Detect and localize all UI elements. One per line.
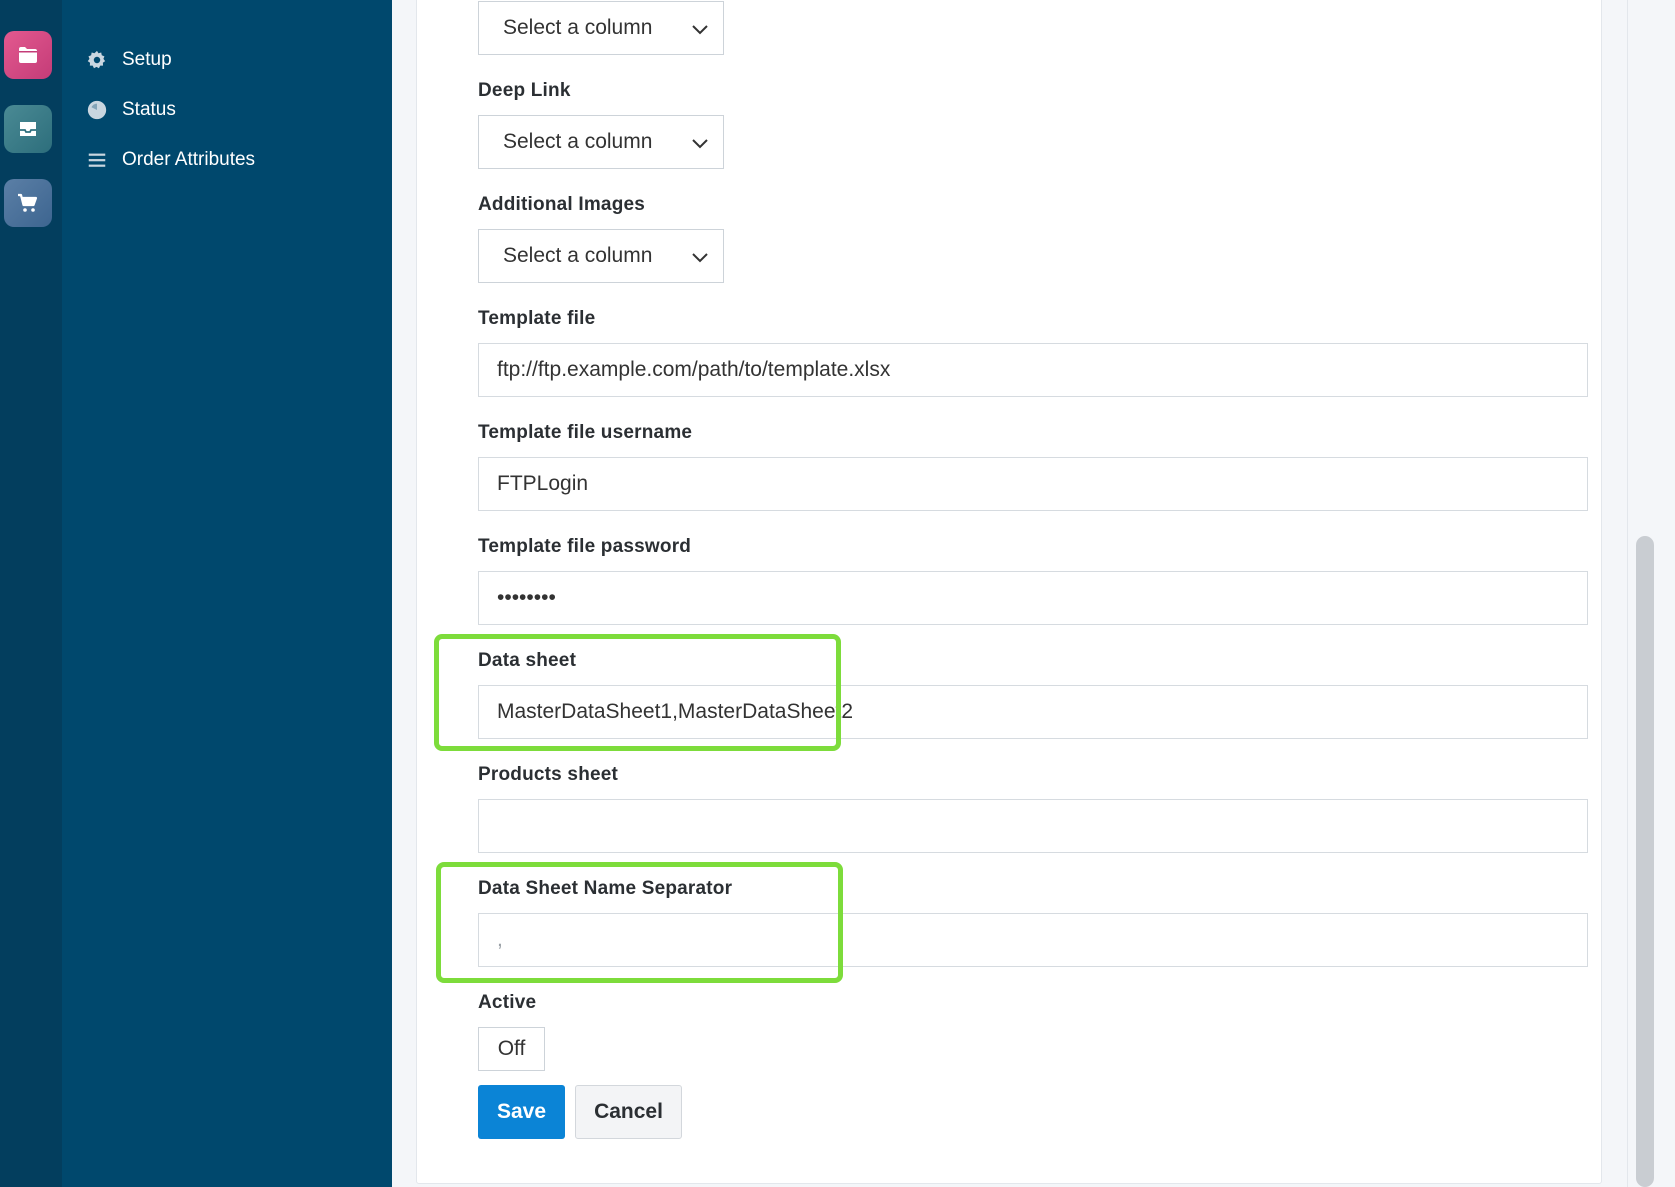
folder-icon: [19, 47, 37, 63]
products-sheet-label: Products sheet: [478, 764, 619, 785]
scroll-track: [1627, 0, 1628, 1187]
deep-link-select[interactable]: Select a column: [478, 115, 724, 169]
rail-inbox-button[interactable]: [4, 105, 52, 153]
template-file-input[interactable]: ftp://ftp.example.com/path/to/template.x…: [478, 343, 1588, 397]
form-card: Select a column Deep Link Select a colum…: [416, 0, 1602, 1184]
template-username-label: Template file username: [478, 422, 693, 443]
gear-icon: [86, 49, 108, 71]
sidebar-nav: Setup Status Order Attributes: [62, 0, 392, 1187]
sidebar-item-setup[interactable]: Setup: [86, 40, 172, 80]
sidebar-item-label: Setup: [122, 49, 172, 70]
scrollbar-thumb[interactable]: [1636, 536, 1654, 1187]
cart-icon: [18, 193, 38, 212]
status-icon: [86, 99, 108, 121]
sidebar-item-label: Status: [122, 99, 176, 120]
deep-link-label: Deep Link: [478, 80, 571, 101]
select-value: Select a column: [503, 16, 653, 39]
chevron-down-icon: [692, 25, 708, 35]
separator-label: Data Sheet Name Separator: [478, 878, 733, 899]
chevron-down-icon: [692, 253, 708, 263]
active-label: Active: [478, 992, 537, 1013]
select-value: Select a column: [503, 130, 653, 153]
save-button[interactable]: Save: [478, 1085, 565, 1139]
sidebar-item-status[interactable]: Status: [86, 90, 176, 130]
separator-input[interactable]: ,: [478, 913, 1588, 967]
template-password-input[interactable]: ••••••••: [478, 571, 1588, 625]
cancel-button[interactable]: Cancel: [575, 1085, 682, 1139]
main-content: Select a column Deep Link Select a colum…: [392, 0, 1675, 1187]
template-password-label: Template file password: [478, 536, 692, 557]
template-file-label: Template file: [478, 308, 596, 329]
sidebar-item-label: Order Attributes: [122, 149, 256, 170]
sidebar-item-order-attributes[interactable]: Order Attributes: [86, 140, 255, 180]
app-rail: [0, 0, 62, 1187]
top-column-select[interactable]: Select a column: [478, 1, 724, 55]
list-icon: [86, 149, 108, 171]
additional-images-select[interactable]: Select a column: [478, 229, 724, 283]
additional-images-label: Additional Images: [478, 194, 646, 215]
rail-cart-button[interactable]: [4, 179, 52, 227]
chevron-down-icon: [692, 139, 708, 149]
template-username-input[interactable]: FTPLogin: [478, 457, 1588, 511]
data-sheet-input[interactable]: MasterDataSheet1,MasterDataSheet2: [478, 685, 1588, 739]
rail-folder-button[interactable]: [4, 31, 52, 79]
select-value: Select a column: [503, 244, 653, 267]
products-sheet-input[interactable]: [478, 799, 1588, 853]
data-sheet-label: Data sheet: [478, 650, 577, 671]
inbox-icon: [20, 122, 36, 136]
active-toggle[interactable]: Off: [478, 1027, 545, 1071]
